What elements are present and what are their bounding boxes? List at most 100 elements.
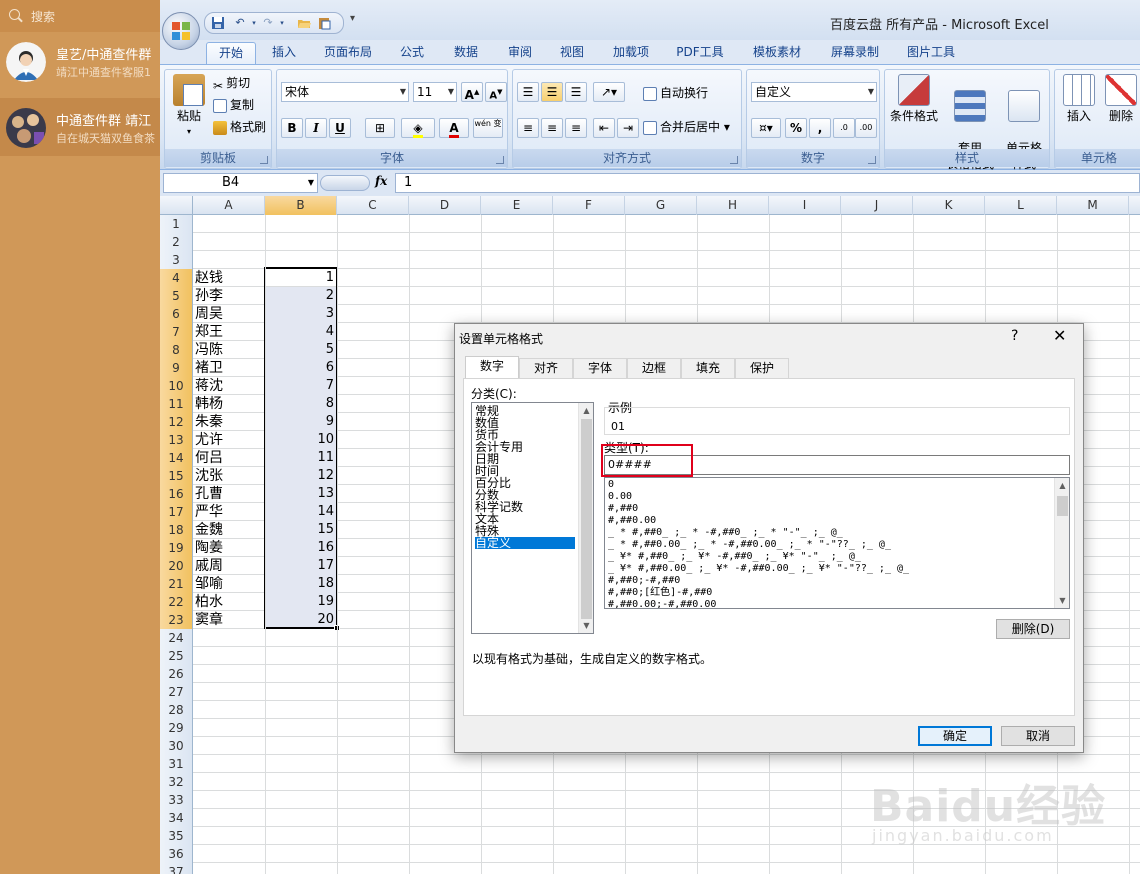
- format-code-item[interactable]: 0.00: [608, 491, 632, 503]
- cell-name[interactable]: 沈张: [194, 467, 265, 485]
- office-button[interactable]: [162, 12, 200, 50]
- dialog-launcher-icon[interactable]: [730, 156, 738, 164]
- dialog-launcher-icon[interactable]: [496, 156, 504, 164]
- help-button[interactable]: ?: [1011, 328, 1018, 344]
- cell-name[interactable]: 蒋沈: [194, 377, 265, 395]
- cell-name[interactable]: 何吕: [194, 449, 265, 467]
- redo-icon[interactable]: ↷: [261, 16, 275, 30]
- dialog-tab-fill[interactable]: 填充: [681, 358, 735, 378]
- cell-name[interactable]: 孔曹: [194, 485, 265, 503]
- column-header[interactable]: D: [409, 196, 481, 215]
- row-header[interactable]: 25: [160, 647, 193, 665]
- underline-button[interactable]: U: [329, 118, 351, 138]
- tab-templates[interactable]: 模板素材: [744, 42, 810, 64]
- row-header[interactable]: 19: [160, 539, 193, 557]
- column-header[interactable]: B: [265, 196, 337, 215]
- cell-name[interactable]: 冯陈: [194, 341, 265, 359]
- close-icon[interactable]: ✕: [1053, 326, 1066, 345]
- decrease-indent-button[interactable]: ⇤: [593, 118, 615, 138]
- sidebar-search[interactable]: 搜索: [0, 0, 160, 32]
- cell-name[interactable]: 周吴: [194, 305, 265, 323]
- formula-input[interactable]: 1: [395, 173, 1140, 193]
- tab-screen-record[interactable]: 屏幕录制: [822, 42, 888, 64]
- column-header[interactable]: A: [193, 196, 265, 215]
- align-center-button[interactable]: ≡: [541, 118, 563, 138]
- row-header[interactable]: 11: [160, 395, 193, 413]
- tab-home[interactable]: 开始: [206, 42, 256, 64]
- undo-icon[interactable]: ↶: [233, 16, 247, 30]
- format-code-item[interactable]: #,##0;[红色]-#,##0: [608, 587, 712, 599]
- column-header[interactable]: F: [553, 196, 625, 215]
- orientation-button[interactable]: ↗▾: [593, 82, 625, 102]
- comma-button[interactable]: ,: [809, 118, 831, 138]
- dialog-tab-alignment[interactable]: 对齐: [519, 358, 573, 378]
- dialog-tab-font[interactable]: 字体: [573, 358, 627, 378]
- column-header[interactable]: G: [625, 196, 697, 215]
- chat-item[interactable]: 中通查件群 靖江 自在城天猫双鱼食茶: [0, 98, 160, 156]
- row-header[interactable]: 6: [160, 305, 193, 323]
- open-icon[interactable]: [297, 16, 311, 30]
- column-header[interactable]: J: [841, 196, 913, 215]
- format-code-item[interactable]: 0: [608, 479, 614, 491]
- wrap-text-button[interactable]: 自动换行: [643, 84, 708, 102]
- category-item[interactable]: 自定义: [475, 537, 575, 549]
- cell-name[interactable]: 严华: [194, 503, 265, 521]
- row-header[interactable]: 20: [160, 557, 193, 575]
- row-header[interactable]: 35: [160, 827, 193, 845]
- column-header[interactable]: H: [697, 196, 769, 215]
- shrink-font-button[interactable]: A▼: [485, 82, 507, 102]
- cell-name[interactable]: 赵钱: [194, 269, 265, 287]
- row-header[interactable]: 14: [160, 449, 193, 467]
- column-header[interactable]: C: [337, 196, 409, 215]
- scroll-thumb[interactable]: [1057, 496, 1068, 516]
- font-color-button[interactable]: A: [439, 118, 469, 138]
- row-header[interactable]: 3: [160, 251, 193, 269]
- row-header[interactable]: 7: [160, 323, 193, 341]
- bold-button[interactable]: B: [281, 118, 303, 138]
- format-code-item[interactable]: #,##0;-#,##0: [608, 575, 680, 587]
- row-header[interactable]: 34: [160, 809, 193, 827]
- row-header[interactable]: 15: [160, 467, 193, 485]
- format-code-item[interactable]: _ * #,##0_ ;_ * -#,##0_ ;_ * "-"_ ;_ @_: [608, 527, 843, 539]
- cell-name[interactable]: 陶姜: [194, 539, 265, 557]
- category-scrollbar[interactable]: ▲ ▼: [578, 403, 593, 633]
- ok-button[interactable]: 确定: [918, 726, 992, 746]
- cancel-button[interactable]: 取消: [1001, 726, 1075, 746]
- row-header[interactable]: 24: [160, 629, 193, 647]
- tab-view[interactable]: 视图: [552, 42, 592, 64]
- tab-formulas[interactable]: 公式: [392, 42, 432, 64]
- dialog-launcher-icon[interactable]: [868, 156, 876, 164]
- row-header[interactable]: 29: [160, 719, 193, 737]
- currency-button[interactable]: ¤▾: [751, 118, 781, 138]
- row-header[interactable]: 37: [160, 863, 193, 874]
- row-header[interactable]: 10: [160, 377, 193, 395]
- row-header[interactable]: 36: [160, 845, 193, 863]
- phonetic-button[interactable]: wén 变: [473, 118, 503, 138]
- insert-cells-button[interactable]: 插入: [1059, 74, 1099, 124]
- number-format-combo[interactable]: 自定义 ▼: [751, 82, 877, 102]
- format-code-item[interactable]: #,##0.00: [608, 515, 656, 527]
- scroll-thumb[interactable]: [581, 419, 592, 619]
- delete-cells-button[interactable]: 删除: [1101, 74, 1140, 124]
- row-header[interactable]: 8: [160, 341, 193, 359]
- font-name-combo[interactable]: 宋体 ▼: [281, 82, 409, 102]
- cell-name[interactable]: 窦章: [194, 611, 265, 629]
- format-code-item[interactable]: #,##0: [608, 503, 638, 515]
- cell-name[interactable]: 韩杨: [194, 395, 265, 413]
- tab-page-layout[interactable]: 页面布局: [312, 42, 384, 64]
- increase-indent-button[interactable]: ⇥: [617, 118, 639, 138]
- name-box[interactable]: B4 ▼: [163, 173, 318, 193]
- tab-picture-tools[interactable]: 图片工具: [898, 42, 964, 64]
- percent-button[interactable]: %: [785, 118, 807, 138]
- paste-button[interactable]: 粘贴 ▾: [169, 74, 209, 140]
- fill-color-button[interactable]: ◈: [401, 118, 435, 138]
- cell-name[interactable]: 孙李: [194, 287, 265, 305]
- format-code-list[interactable]: ▲ ▼ 0 0.00 #,##0 #,##0.00 _ * #,##0_ ;_ * -#…: [604, 477, 1070, 609]
- row-header[interactable]: 30: [160, 737, 193, 755]
- tab-review[interactable]: 审阅: [500, 42, 540, 64]
- copy-button[interactable]: 复制: [213, 96, 254, 114]
- tab-data[interactable]: 数据: [446, 42, 486, 64]
- scroll-up-icon[interactable]: ▲: [1055, 478, 1069, 493]
- row-header[interactable]: 28: [160, 701, 193, 719]
- tab-pdf-tools[interactable]: PDF工具: [668, 42, 732, 64]
